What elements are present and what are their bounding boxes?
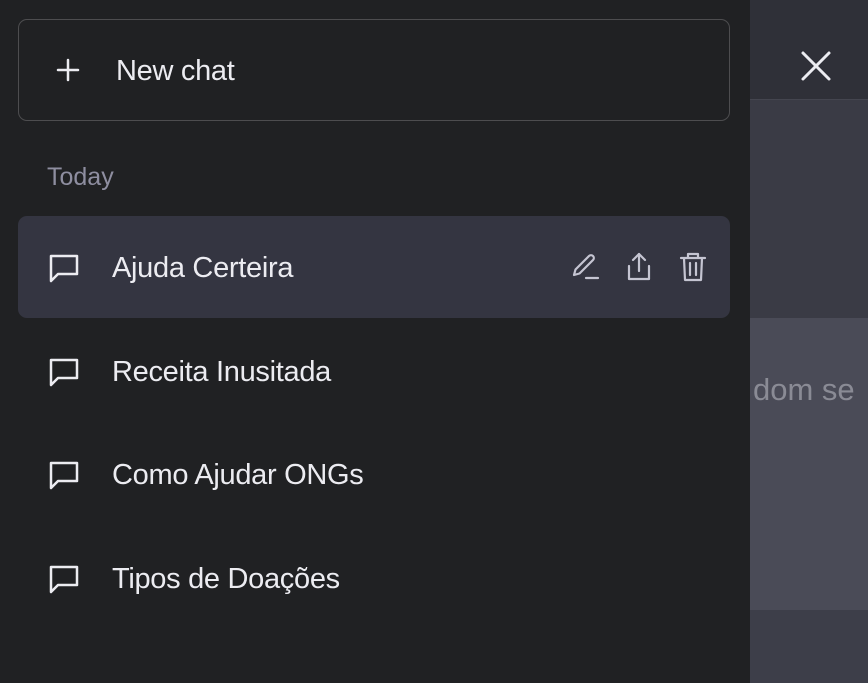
message-icon bbox=[49, 358, 79, 387]
message-icon bbox=[49, 461, 79, 490]
section-title-today: Today bbox=[47, 163, 114, 191]
main-content-card bbox=[750, 318, 868, 610]
chat-title: Ajuda Certeira bbox=[112, 252, 294, 284]
background-partial-text: dom se bbox=[753, 372, 855, 407]
pencil-icon bbox=[572, 254, 600, 280]
close-sidebar-button[interactable] bbox=[796, 46, 836, 86]
chat-title: Tipos de Doações bbox=[112, 563, 340, 595]
chat-item-actions bbox=[568, 250, 710, 284]
chat-title: Receita Inusitada bbox=[112, 356, 331, 388]
edit-chat-button[interactable] bbox=[568, 250, 602, 284]
share-icon bbox=[627, 252, 651, 281]
message-icon bbox=[49, 254, 79, 283]
chat-item-tipos-de-doacoes[interactable]: Tipos de Doações bbox=[18, 527, 730, 629]
new-chat-label: New chat bbox=[116, 55, 235, 87]
chat-item-ajuda-certeira[interactable]: Ajuda Certeira bbox=[18, 216, 730, 318]
main-bottom-area bbox=[750, 610, 868, 683]
new-chat-button[interactable]: New chat bbox=[18, 19, 730, 121]
chat-item-como-ajudar-ongs[interactable]: Como Ajudar ONGs bbox=[18, 423, 730, 525]
message-icon bbox=[49, 565, 79, 594]
sidebar: New chat Today Ajuda Certeira Receita In… bbox=[0, 0, 750, 683]
chat-title: Como Ajudar ONGs bbox=[112, 459, 364, 491]
share-chat-button[interactable] bbox=[622, 250, 656, 284]
trash-icon bbox=[679, 252, 707, 282]
close-icon bbox=[801, 51, 831, 81]
delete-chat-button[interactable] bbox=[676, 250, 710, 284]
chat-item-receita-inusitada[interactable]: Receita Inusitada bbox=[18, 320, 730, 422]
plus-icon bbox=[56, 58, 80, 82]
screen: dom se New chat Today Ajuda Certeira Rec… bbox=[0, 0, 868, 683]
